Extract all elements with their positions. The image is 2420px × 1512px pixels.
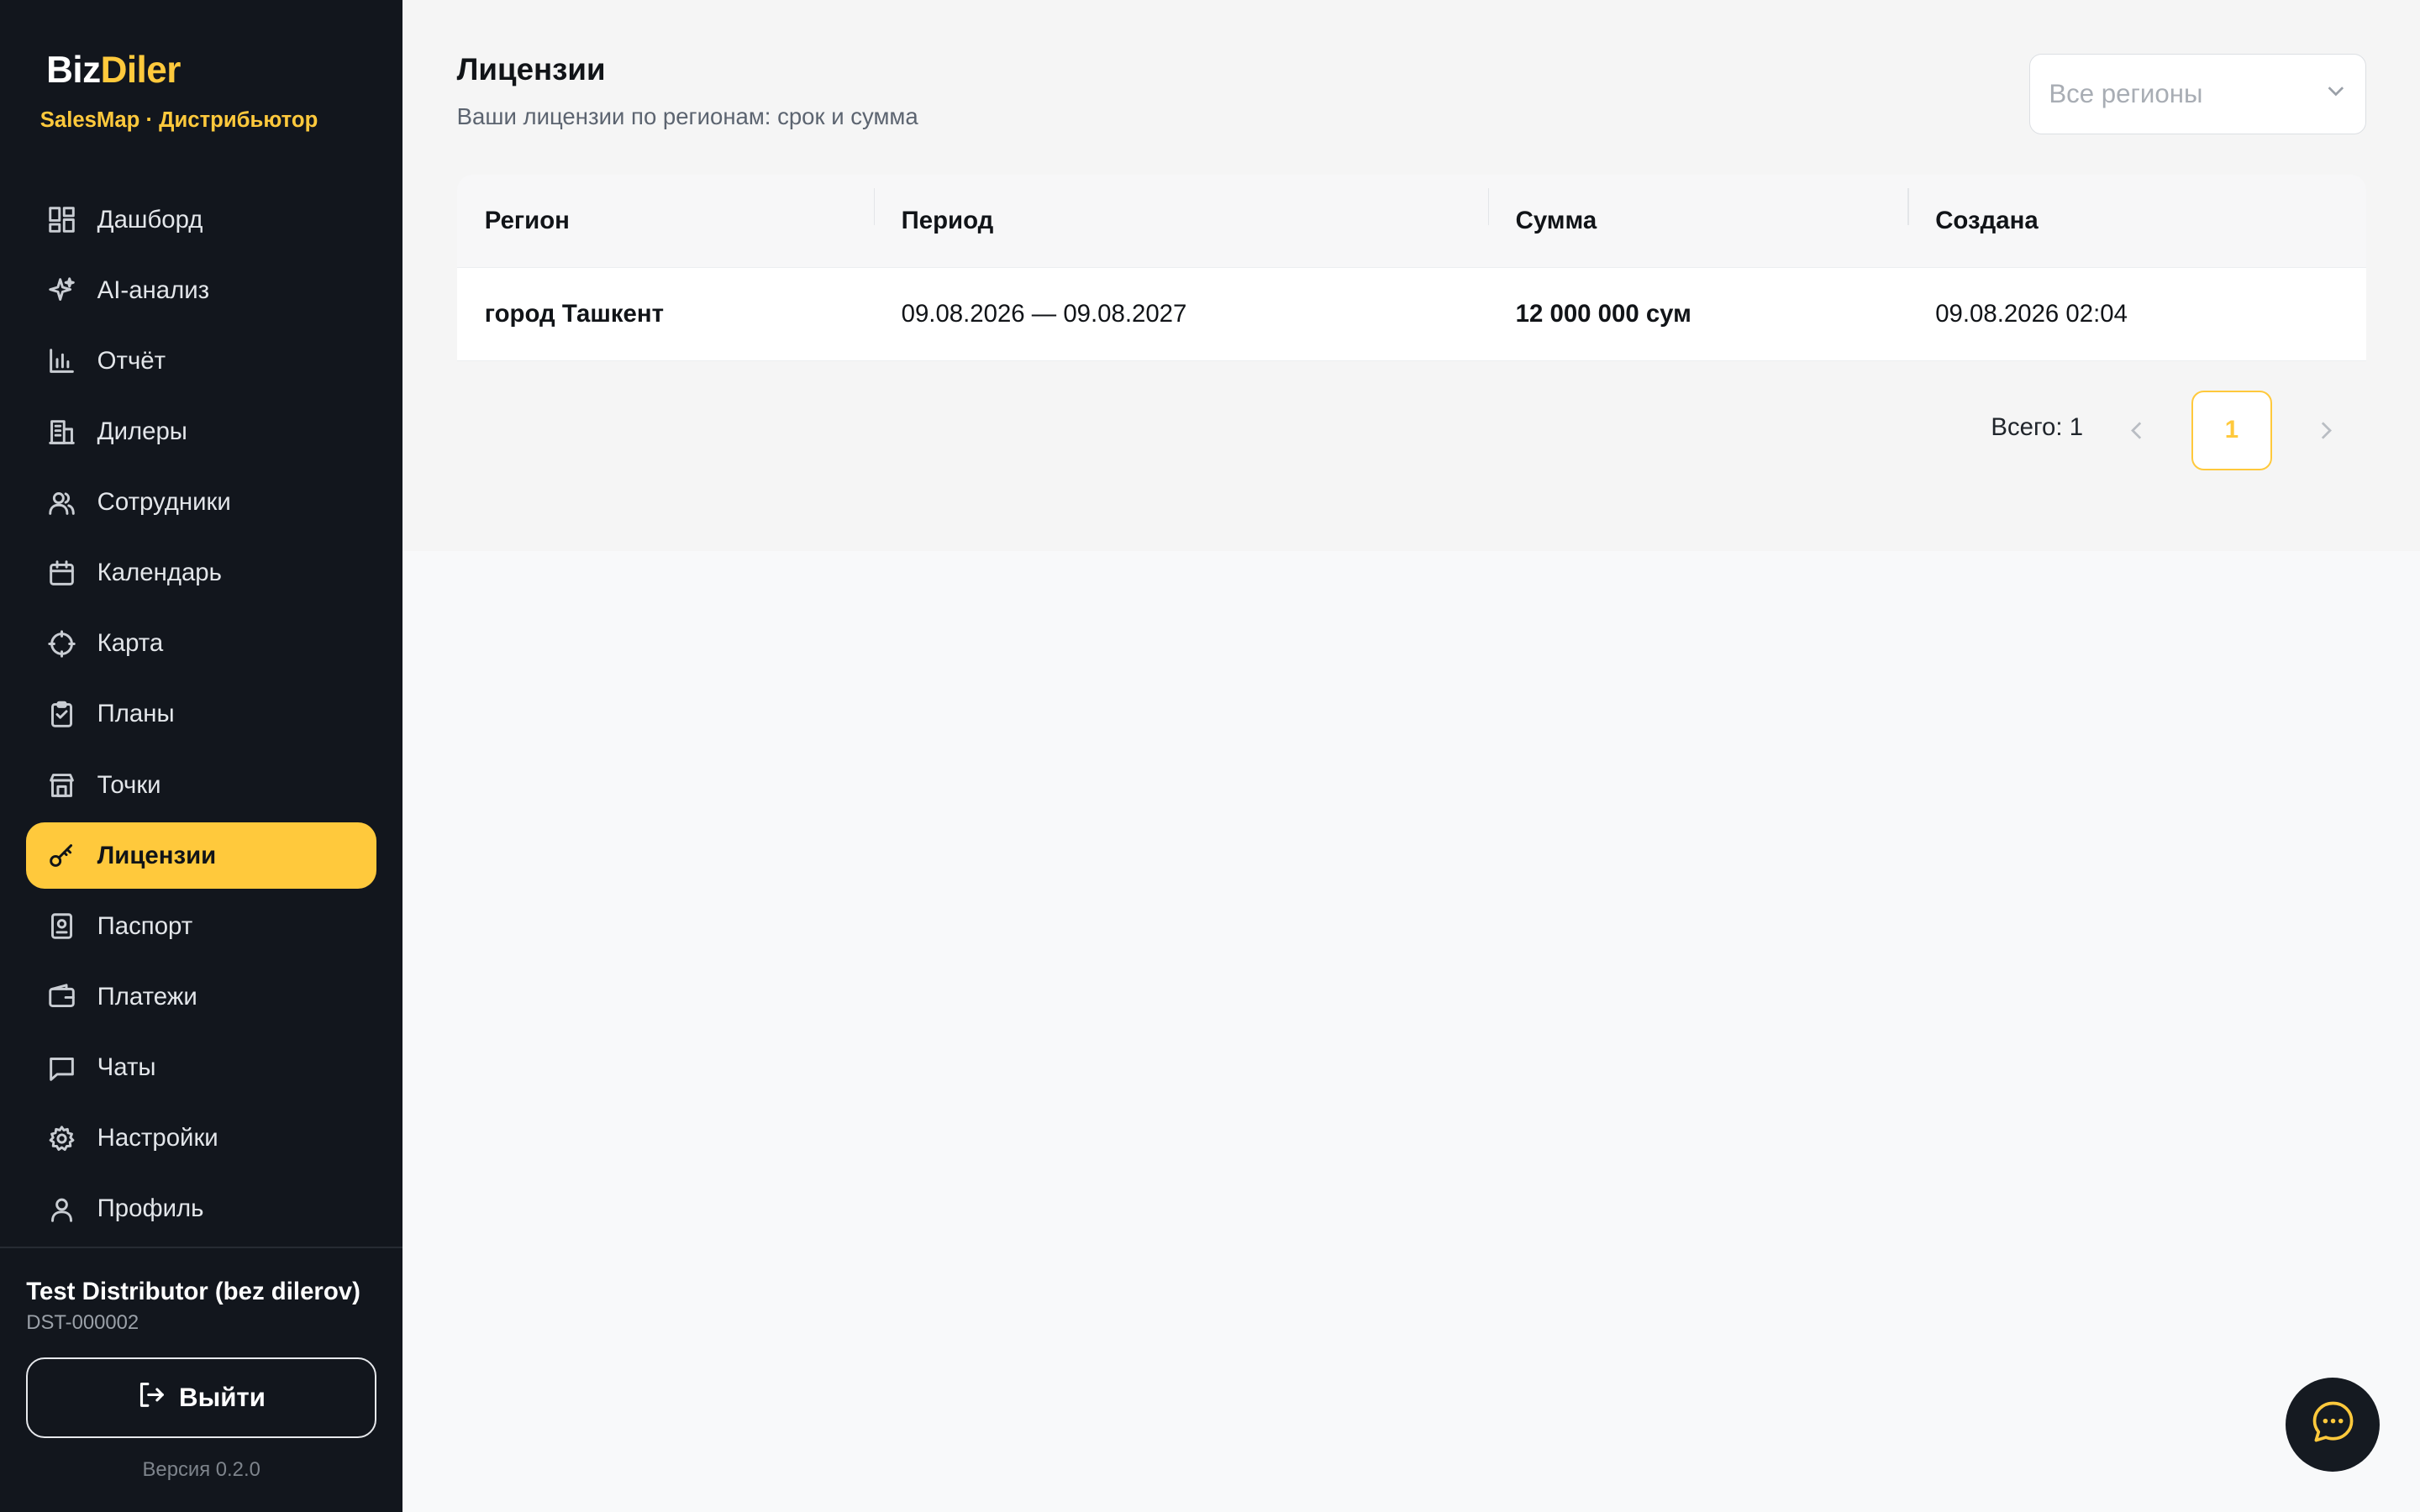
sidebar-item-map[interactable]: Карта (26, 611, 376, 677)
sidebar-item-chats[interactable]: Чаты (26, 1035, 376, 1101)
sidebar-item-label: Календарь (97, 559, 222, 587)
cell-period: 09.08.2026 — 09.08.2027 (901, 299, 1187, 328)
chevron-left-icon[interactable] (2123, 417, 2151, 444)
sidebar-item-label: Карта (97, 629, 164, 658)
app-version: Версия 0.2.0 (142, 1457, 260, 1481)
column-header-period[interactable]: Период (873, 188, 1488, 235)
sidebar-item-settings[interactable]: Настройки (26, 1105, 376, 1172)
sidebar-item-label: Чаты (97, 1053, 156, 1082)
column-header-created[interactable]: Создана (1907, 188, 2366, 235)
logout-button[interactable]: Выйти (26, 1357, 377, 1438)
cell-region: город Ташкент (484, 299, 665, 328)
users-icon (48, 489, 76, 517)
sidebar-item-dashboard[interactable]: Дашборд (26, 186, 376, 253)
sidebar-divider (0, 1247, 403, 1248)
store-icon (48, 771, 76, 799)
table-row[interactable]: город Ташкент 09.08.2026 — 09.08.2027 12… (456, 267, 2366, 361)
brand-subtitle: SalesMap · Дистрибьютор (39, 108, 318, 132)
sidebar-item-label: Лицензии (97, 841, 217, 869)
logout-label: Выйти (179, 1383, 266, 1413)
brand-part-2: Diler (100, 49, 182, 91)
chevron-right-icon[interactable] (2312, 417, 2339, 444)
sidebar-item-ai-analysis[interactable]: AI-анализ (26, 257, 376, 323)
building-icon (48, 418, 76, 446)
gear-icon (48, 1125, 76, 1152)
user-icon (48, 1195, 76, 1223)
crosshair-icon (48, 630, 76, 658)
dashboard-icon (48, 206, 76, 234)
sidebar-item-passport[interactable]: Паспорт (26, 893, 376, 959)
licenses-table: Регион Период Сумма Создана город Ташкен… (456, 174, 2366, 361)
sidebar-item-dealers[interactable]: Дилеры (26, 399, 376, 465)
column-header-amount[interactable]: Сумма (1487, 188, 1908, 235)
chevron-down-icon (2325, 80, 2347, 108)
sidebar-item-label: AI-анализ (97, 276, 210, 304)
passport-icon (48, 912, 76, 940)
bar-chart-icon (48, 347, 76, 375)
sidebar-item-label: Сотрудники (97, 488, 231, 517)
pagination-page-current[interactable]: 1 (2191, 390, 2272, 471)
column-header-region[interactable]: Регион (457, 207, 874, 235)
pagination-total: Всего: 1 (1991, 413, 2084, 442)
wallet-icon (48, 983, 76, 1011)
brand-logo[interactable]: BizDiler (46, 50, 181, 92)
sidebar-item-points[interactable]: Точки (26, 752, 376, 818)
sidebar-item-employees[interactable]: Сотрудники (26, 470, 376, 536)
chat-bubble-icon (2310, 1399, 2356, 1452)
key-icon (48, 842, 76, 869)
sidebar-item-report[interactable]: Отчёт (26, 328, 376, 394)
calendar-icon (48, 559, 76, 587)
sidebar: BizDiler SalesMap · Дистрибьютор Дашборд… (0, 0, 403, 1512)
sidebar-item-label: Паспорт (97, 911, 193, 940)
cell-created: 09.08.2026 02:04 (1935, 299, 2128, 328)
page-title: Лицензии (456, 52, 606, 87)
region-filter-select[interactable]: Все регионы (2029, 54, 2366, 134)
sidebar-item-payments[interactable]: Платежи (26, 963, 376, 1030)
page-subtitle: Ваши лицензии по регионам: срок и сумма (456, 103, 918, 130)
sidebar-item-label: Точки (97, 770, 161, 799)
chat-icon (48, 1054, 76, 1082)
chat-support-button[interactable] (2286, 1378, 2381, 1473)
sidebar-item-label: Настройки (97, 1124, 218, 1152)
sidebar-item-label: Дашборд (97, 205, 203, 234)
sparkle-icon (48, 276, 76, 304)
sidebar-item-label: Профиль (97, 1194, 204, 1223)
sidebar-item-label: Платежи (97, 982, 197, 1011)
user-name: Test Distributor (bez dilerov) (26, 1277, 360, 1305)
sidebar-item-label: Отчёт (97, 346, 166, 375)
table-header: Регион Период Сумма Создана (456, 174, 2366, 268)
sidebar-item-plans[interactable]: Планы (26, 681, 376, 748)
region-filter-placeholder: Все регионы (2049, 79, 2203, 109)
sidebar-item-label: Планы (97, 700, 175, 728)
sidebar-nav: Дашборд AI-анализ Отчёт Дилеры Сотрудник… (26, 186, 377, 1247)
sidebar-item-label: Дилеры (97, 417, 187, 446)
clipboard-icon (48, 701, 76, 728)
sidebar-item-profile[interactable]: Профиль (26, 1176, 376, 1242)
logout-icon (137, 1380, 166, 1416)
cell-amount: 12 000 000 сум (1515, 299, 1691, 328)
pagination: Всего: 1 1 (1991, 390, 2365, 471)
user-code: DST-000002 (26, 1311, 139, 1335)
sidebar-item-calendar[interactable]: Календарь (26, 540, 376, 606)
brand-part-1: Biz (46, 49, 101, 91)
sidebar-item-licenses[interactable]: Лицензии (26, 822, 377, 890)
